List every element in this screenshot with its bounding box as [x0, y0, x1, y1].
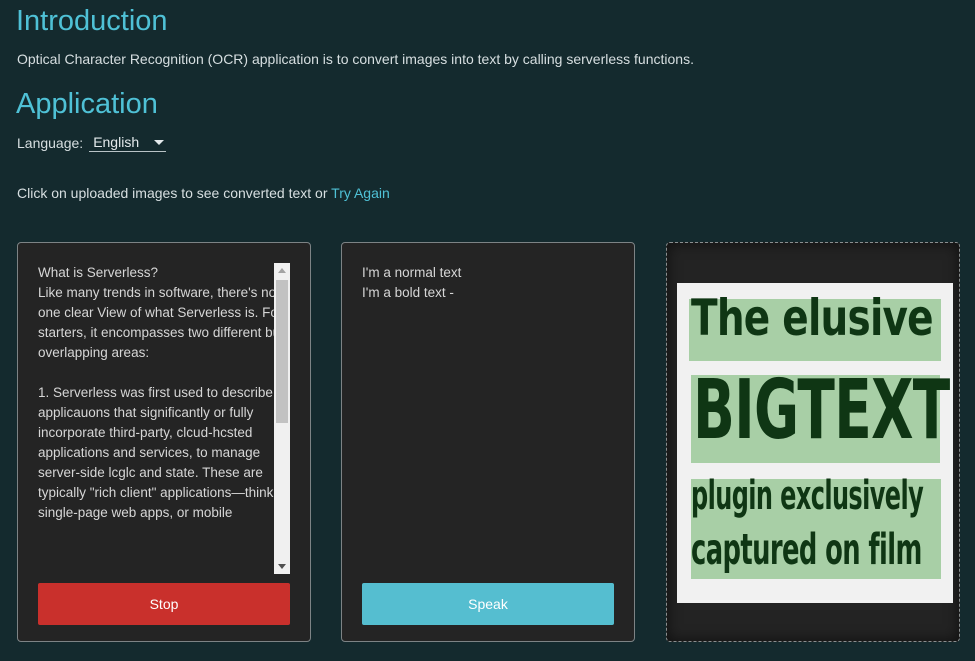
scroll-up-icon[interactable]	[278, 268, 286, 273]
ocr-result-card: What is Serverless? Like many trends in …	[17, 242, 311, 642]
language-label: Language:	[17, 134, 84, 151]
image-text-line: The elusive	[691, 289, 934, 347]
page: Introduction Optical Character Recogniti…	[0, 0, 975, 661]
language-selected-value: English	[93, 134, 140, 150]
ocr-text-output[interactable]: I'm a normal text I'm a bold text -	[362, 263, 612, 563]
ocr-text-output[interactable]: What is Serverless? Like many trends in …	[38, 263, 290, 574]
application-heading: Application	[16, 88, 158, 120]
language-select[interactable]: English	[89, 133, 167, 152]
uploaded-image-card: The elusive BIGTEXT plugin exclusively c…	[666, 242, 960, 642]
ocr-result-card: I'm a normal text I'm a bold text - Spea…	[341, 242, 635, 642]
introduction-description: Optical Character Recognition (OCR) appl…	[17, 51, 694, 67]
try-again-link[interactable]: Try Again	[331, 185, 390, 201]
image-text-line: plugin exclusively	[691, 473, 924, 519]
scroll-down-icon[interactable]	[278, 564, 286, 569]
language-row: Language: English	[17, 133, 167, 152]
image-text-line: BIGTEXT	[693, 363, 950, 458]
scrollbar-thumb[interactable]	[276, 280, 288, 423]
image-text-line: captured on film	[691, 525, 922, 575]
instruction-text: Click on uploaded images to see converte…	[17, 185, 390, 201]
scrollbar[interactable]	[274, 263, 290, 574]
speak-button[interactable]: Speak	[362, 583, 614, 625]
instruction-label: Click on uploaded images to see converte…	[17, 185, 332, 201]
introduction-heading: Introduction	[16, 5, 168, 37]
stop-button[interactable]: Stop	[38, 583, 290, 625]
chevron-down-icon	[154, 140, 165, 145]
uploaded-image[interactable]: The elusive BIGTEXT plugin exclusively c…	[677, 283, 953, 603]
